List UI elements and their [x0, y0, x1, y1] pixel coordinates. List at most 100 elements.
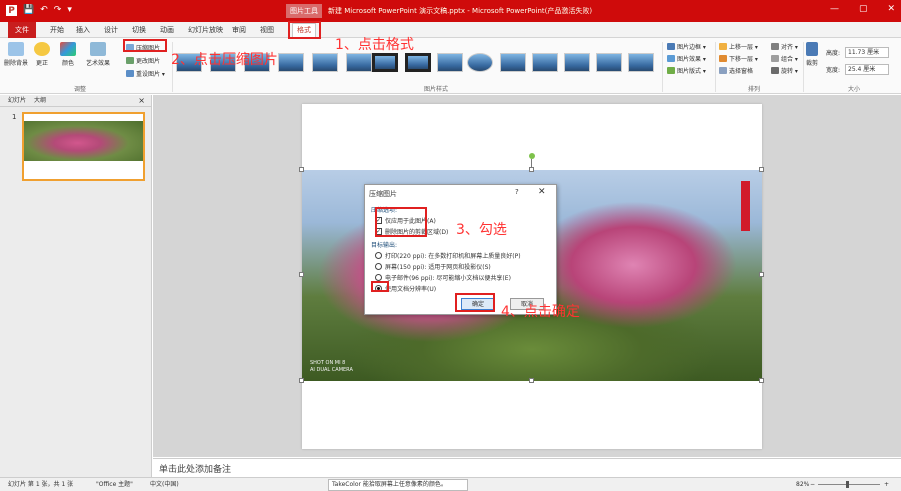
change-picture-label: 更改图片	[136, 58, 161, 65]
radio-highlight	[371, 281, 389, 292]
picture-style-12[interactable]	[532, 53, 558, 72]
resize-handle-b[interactable]	[529, 378, 534, 383]
tab-file[interactable]: 文件	[8, 22, 36, 38]
corrections-button[interactable]: 更正	[34, 42, 50, 67]
picture-style-7[interactable]	[372, 53, 398, 72]
picture-style-11[interactable]	[500, 53, 526, 72]
resize-handle-r[interactable]	[759, 272, 764, 277]
picture-style-13[interactable]	[564, 53, 590, 72]
window-controls: — ▢ ✕	[830, 4, 895, 14]
redo-icon[interactable]: ↷	[54, 4, 62, 16]
email-radio-row[interactable]: 电子邮件(96 ppi): 尽可能缩小文档以便共享(E)	[375, 273, 511, 282]
rotate-button[interactable]: 旋转 ▾	[771, 66, 798, 75]
minimize-icon[interactable]: —	[830, 4, 839, 14]
document-title: 新建 Microsoft PowerPoint 演示文稿.pptx - Micr…	[328, 7, 593, 15]
reset-picture-button[interactable]: 重设图片 ▾	[126, 69, 165, 78]
tab-animations[interactable]: 动画	[156, 24, 178, 36]
resize-handle-tr[interactable]	[759, 167, 764, 172]
picture-style-10[interactable]	[467, 53, 493, 72]
picture-style-14[interactable]	[596, 53, 622, 72]
color-button[interactable]: 颜色	[60, 42, 76, 67]
tab-design[interactable]: 设计	[100, 24, 122, 36]
resize-handle-bl[interactable]	[299, 378, 304, 383]
picture-layout-button[interactable]: 图片版式 ▾	[667, 66, 706, 75]
undo-icon[interactable]: ↶	[40, 4, 48, 16]
customize-qa-icon[interactable]: ▾	[67, 4, 72, 16]
screen-radio[interactable]	[375, 263, 382, 270]
pane-close-icon[interactable]: ×	[138, 95, 145, 107]
picture-border-button[interactable]: 图片边框 ▾	[667, 42, 706, 51]
tab-slideshow[interactable]: 幻灯片放映	[184, 24, 227, 36]
picture-style-5[interactable]	[312, 53, 338, 72]
tab-slides[interactable]: 幻灯片	[8, 95, 26, 106]
annotation-step-4: 4、点击确定	[501, 304, 580, 320]
restore-icon[interactable]: ▢	[859, 4, 868, 14]
remove-background-button[interactable]: 删除背景	[4, 42, 28, 67]
powerpoint-logo-icon: P	[6, 4, 17, 16]
width-input[interactable]: 25.4 厘米	[845, 64, 889, 75]
group-button[interactable]: 组合 ▾	[771, 54, 798, 63]
red-flag	[741, 181, 750, 231]
tab-insert[interactable]: 插入	[72, 24, 94, 36]
picture-style-15[interactable]	[628, 53, 654, 72]
print-label: 打印(220 ppi): 在多数打印机和屏幕上质量良好(P)	[385, 253, 521, 260]
change-picture-button[interactable]: 更改图片	[126, 56, 160, 65]
notes-pane[interactable]: 单击此处添加备注	[153, 458, 901, 477]
screen-label: 屏幕(150 ppi): 适用于网页和投影仪(S)	[385, 264, 491, 271]
tab-transitions[interactable]: 切换	[128, 24, 150, 36]
language[interactable]: 中文(中国)	[150, 478, 179, 491]
picture-style-4[interactable]	[278, 53, 304, 72]
close-icon[interactable]: ✕	[887, 4, 895, 14]
resize-handle-tl[interactable]	[299, 167, 304, 172]
color-icon	[60, 42, 76, 56]
print-radio-row[interactable]: 打印(220 ppi): 在多数打印机和屏幕上质量良好(P)	[375, 251, 521, 260]
dialog-close-icon[interactable]: ✕	[538, 187, 546, 197]
sun-icon	[34, 42, 50, 56]
zoom-slider-thumb[interactable]	[846, 481, 849, 488]
tab-outline[interactable]: 大纲	[34, 95, 46, 106]
checkbox-highlight	[375, 207, 427, 237]
artistic-effects-button[interactable]: 艺术效果	[86, 42, 110, 67]
status-bar: 幻灯片 第 1 张，共 1 张 "Office 主题" 中文(中国) TakeC…	[0, 477, 901, 491]
screen-radio-row[interactable]: 屏幕(150 ppi): 适用于网页和投影仪(S)	[375, 262, 491, 271]
theme-name: "Office 主题"	[96, 481, 133, 488]
crop-button[interactable]: 裁剪	[806, 42, 818, 67]
picture-border-icon	[667, 43, 675, 50]
height-input[interactable]: 11.73 厘米	[845, 47, 889, 58]
quick-access-toolbar: P 💾 ↶ ↷ ▾	[6, 4, 72, 16]
picture-effects-icon	[667, 55, 675, 62]
zoom-out-icon[interactable]: −	[810, 478, 815, 491]
tab-view[interactable]: 视图	[256, 24, 278, 36]
align-button[interactable]: 对齐 ▾	[771, 42, 798, 51]
ok-button-highlight	[455, 293, 495, 312]
help-icon[interactable]: ?	[515, 188, 519, 196]
remove-background-icon	[8, 42, 24, 56]
align-label: 对齐 ▾	[781, 44, 798, 51]
print-radio[interactable]	[375, 252, 382, 259]
change-picture-icon	[126, 57, 134, 64]
save-icon[interactable]: 💾	[23, 4, 34, 16]
rotate-label: 旋转 ▾	[781, 68, 798, 75]
send-backward-button[interactable]: 下移一层 ▾	[719, 54, 758, 63]
zoom-slider[interactable]	[818, 484, 880, 485]
rotation-handle[interactable]	[529, 153, 535, 159]
selection-pane-button[interactable]: 选择窗格	[719, 66, 753, 75]
zoom-in-icon[interactable]: +	[884, 478, 889, 491]
slide-thumbnail[interactable]	[22, 112, 145, 181]
picture-effects-button[interactable]: 图片效果 ▾	[667, 54, 706, 63]
picture-style-6[interactable]	[346, 53, 372, 72]
email-radio[interactable]	[375, 274, 382, 281]
annotation-step-1: 1、点击格式	[335, 37, 414, 53]
adjust-group-label: 调整	[74, 86, 87, 93]
zoom-level[interactable]: 82%	[796, 478, 809, 491]
width-label: 宽度:	[826, 67, 841, 74]
picture-style-9[interactable]	[437, 53, 463, 72]
resize-handle-br[interactable]	[759, 378, 764, 383]
tab-home[interactable]: 开始	[46, 24, 68, 36]
resize-handle-l[interactable]	[299, 272, 304, 277]
bring-forward-button[interactable]: 上移一层 ▾	[719, 42, 758, 51]
crop-icon	[806, 42, 818, 56]
resize-handle-t[interactable]	[529, 167, 534, 172]
picture-style-8[interactable]	[405, 53, 431, 72]
tab-review[interactable]: 审阅	[228, 24, 250, 36]
